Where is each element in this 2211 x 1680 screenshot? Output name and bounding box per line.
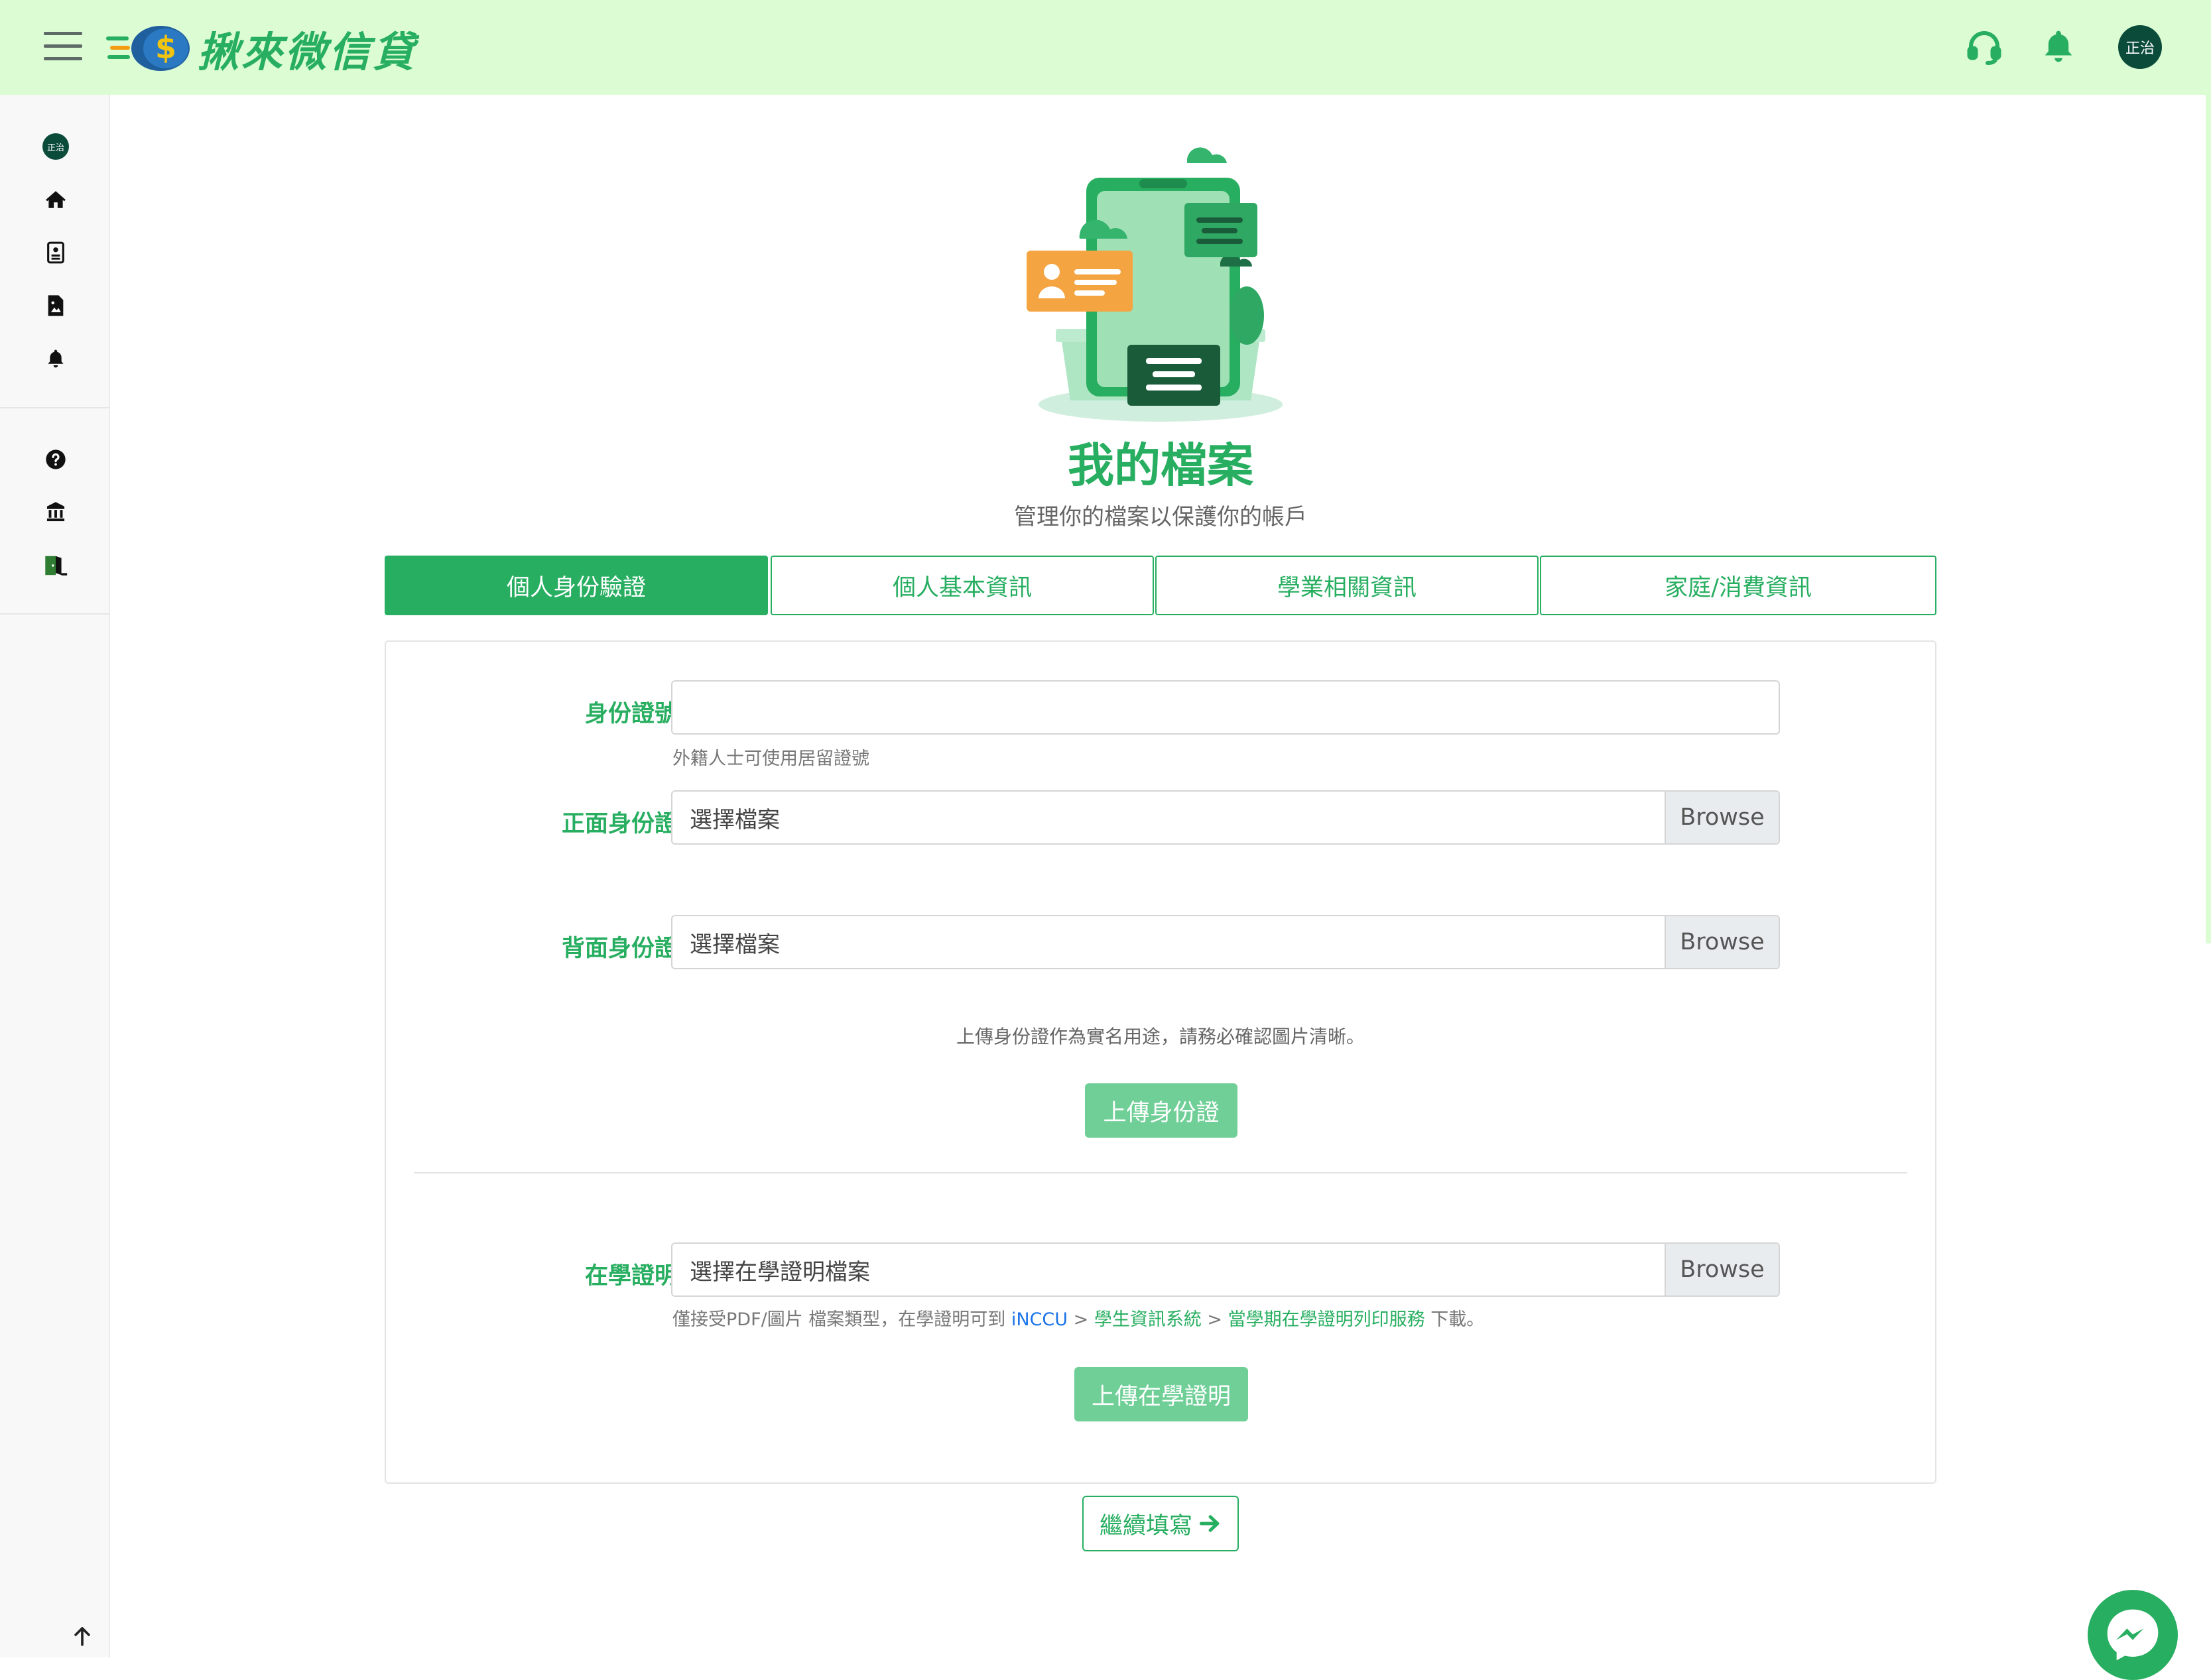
id-front-label: 正面身份證: [561, 811, 678, 837]
home-icon: [46, 191, 66, 208]
logo-coin-icon: $: [106, 26, 190, 71]
id-front-browse-button[interactable]: Browse: [1665, 792, 1779, 843]
logout-door-icon: [45, 556, 68, 575]
enrollment-file-input[interactable]: 選擇在學證明檔案 Browse: [671, 1242, 1780, 1297]
top-navbar: $ 揪來微信貸 正治: [0, 0, 2211, 95]
identity-form-card: 身份證號 外籍人士可使用居留證號 正面身份證 選擇檔案 Browse 背面身份證…: [385, 640, 1936, 1484]
student-info-system-link[interactable]: 學生資訊系統: [1094, 1309, 1202, 1330]
id-front-file-placeholder: 選擇檔案: [690, 806, 780, 833]
id-card-icon: [47, 241, 64, 264]
bell-icon[interactable]: [2035, 23, 2082, 70]
arrow-up-icon: [74, 1627, 90, 1646]
enrollment-print-service-link[interactable]: 當學期在學證明列印服務: [1228, 1309, 1425, 1330]
sidebar-item-home[interactable]: [38, 182, 73, 217]
upload-id-button[interactable]: 上傳身份證: [1085, 1083, 1237, 1138]
inccu-link[interactable]: iNCCU: [1011, 1309, 1068, 1330]
sidebar-item-help[interactable]: [38, 442, 73, 477]
document-image-icon: [48, 295, 64, 316]
user-avatar[interactable]: 正治: [2118, 25, 2162, 69]
svg-text:$: $: [155, 30, 176, 66]
id-back-label: 背面身份證: [561, 935, 678, 962]
sidebar-item-id-card[interactable]: [38, 235, 73, 270]
breadcrumb-separator: >: [1201, 1309, 1228, 1330]
tab-family-consumption-info[interactable]: 家庭/消費資訊: [1540, 556, 1936, 615]
id-back-browse-button[interactable]: Browse: [1665, 916, 1779, 968]
sidebar: 正治: [0, 95, 110, 1657]
continue-button-label: 繼續填寫: [1099, 1512, 1192, 1539]
profile-illustration: [1027, 147, 1283, 422]
page-title: 我的檔案: [1068, 438, 1253, 493]
id-number-label: 身份證號: [584, 701, 678, 727]
app-logo[interactable]: $ 揪來微信貸: [106, 19, 416, 78]
enrollment-label: 在學證明: [584, 1263, 678, 1290]
bell-icon: [48, 349, 64, 368]
enrollment-help: 僅接受PDF/圖片 檔案類型，在學證明可到 iNCCU > 學生資訊系統 > 當…: [672, 1305, 1484, 1331]
enrollment-file-placeholder: 選擇在學證明檔案: [690, 1258, 870, 1286]
id-number-help: 外籍人士可使用居留證號: [672, 749, 869, 769]
id-back-file-input[interactable]: 選擇檔案 Browse: [671, 915, 1780, 969]
sidebar-avatar: 正治: [42, 133, 69, 160]
breadcrumb-separator: >: [1068, 1309, 1094, 1330]
sidebar-item-documents[interactable]: [38, 288, 73, 323]
sidebar-item-logout[interactable]: [38, 548, 73, 583]
upload-enrollment-button[interactable]: 上傳在學證明: [1074, 1367, 1248, 1421]
app-name: 揪來微信貸: [198, 28, 417, 76]
sidebar-item-bank[interactable]: [38, 495, 73, 530]
tab-academic-info[interactable]: 學業相關資訊: [1155, 556, 1539, 615]
form-divider: [414, 1172, 1907, 1173]
page-subtitle: 管理你的檔案以保護你的帳戶: [1014, 504, 1307, 530]
hamburger-menu-icon[interactable]: [44, 32, 82, 61]
tab-identity-verification[interactable]: 個人身份驗證: [385, 556, 768, 615]
enrollment-browse-button[interactable]: Browse: [1665, 1244, 1779, 1295]
arrow-right-icon: [1199, 1515, 1220, 1532]
enrollment-help-prefix: 僅接受PDF/圖片 檔案類型，在學證明可到: [672, 1309, 1011, 1330]
bank-icon: [46, 502, 65, 522]
sidebar-divider: [0, 407, 110, 408]
scroll-to-top-button[interactable]: [64, 1618, 101, 1655]
messenger-icon: [2107, 1609, 2159, 1661]
scroll-track: [2206, 95, 2211, 943]
question-circle-icon: [46, 450, 66, 469]
sidebar-item-profile[interactable]: 正治: [38, 129, 73, 164]
continue-button[interactable]: 繼續填寫: [1082, 1496, 1239, 1551]
profile-tabs: 個人身份驗證 個人基本資訊 學業相關資訊 家庭/消費資訊: [385, 556, 1936, 615]
id-front-file-input[interactable]: 選擇檔案 Browse: [671, 790, 1780, 845]
tab-basic-info[interactable]: 個人基本資訊: [771, 556, 1154, 615]
id-number-input[interactable]: [671, 680, 1780, 735]
sidebar-divider: [0, 613, 110, 615]
enrollment-help-suffix: 下載。: [1424, 1309, 1485, 1330]
headset-icon[interactable]: [1960, 23, 2008, 70]
sidebar-item-notifications[interactable]: [38, 341, 73, 376]
id-back-file-placeholder: 選擇檔案: [690, 931, 780, 958]
id-upload-note: 上傳身份證作為實名用途，請務必確認圖片清晰。: [956, 1026, 1365, 1048]
messenger-chat-button[interactable]: [2088, 1590, 2178, 1680]
